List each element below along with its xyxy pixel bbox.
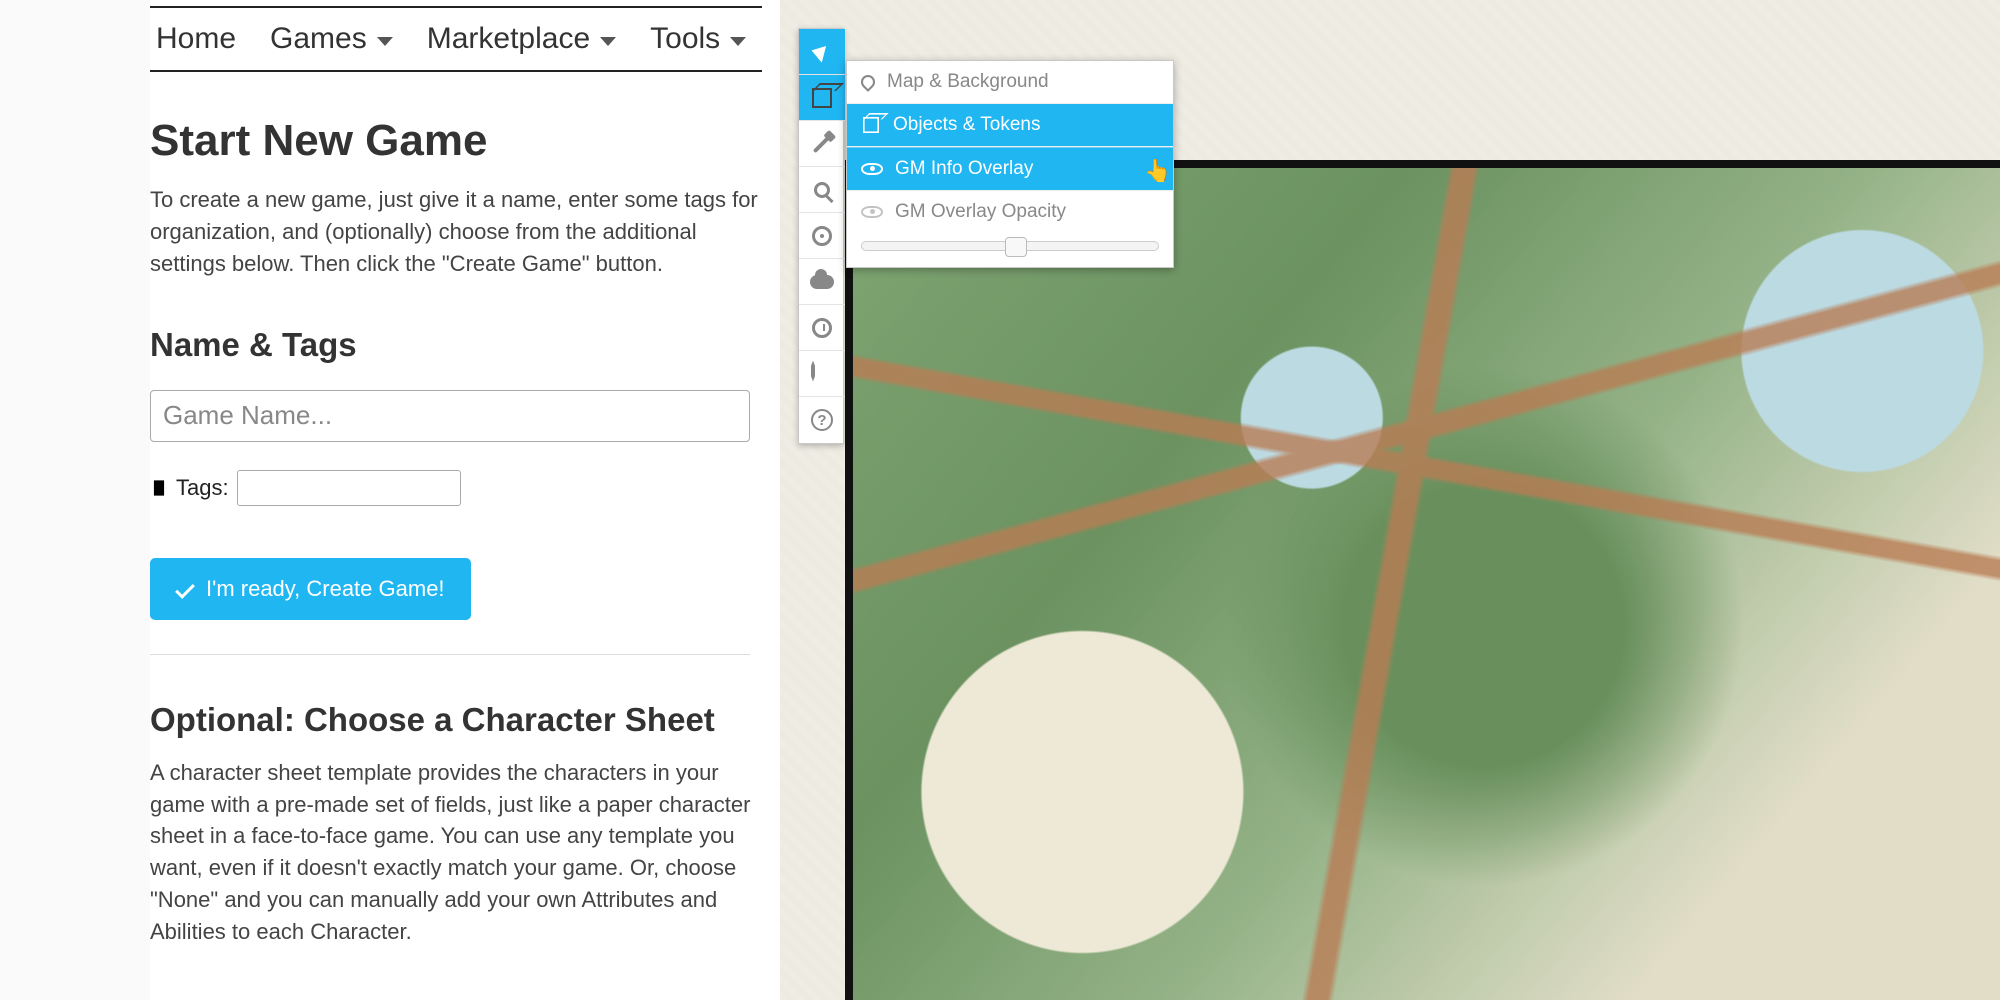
search-icon	[814, 182, 830, 198]
help-icon: ?	[811, 409, 833, 431]
clock-icon	[812, 318, 832, 338]
opacity-slider-row	[847, 233, 1173, 267]
cube-icon	[812, 88, 832, 108]
layer-label: GM Info Overlay	[895, 158, 1033, 180]
caret-down-icon	[600, 37, 616, 46]
check-icon	[175, 579, 195, 599]
caret-down-icon	[730, 37, 746, 46]
name-tags-heading: Name & Tags	[150, 326, 762, 364]
nav-tools[interactable]: Tools	[650, 22, 746, 56]
top-nav: Home Games Marketplace Tools	[150, 6, 762, 72]
section-divider	[150, 654, 750, 655]
nav-games[interactable]: Games	[270, 22, 393, 56]
create-game-button[interactable]: I'm ready, Create Game!	[150, 558, 471, 620]
turn-tracker[interactable]	[799, 305, 845, 351]
select-tool[interactable]	[799, 29, 845, 75]
layers-tool[interactable]	[799, 75, 845, 121]
arrow-icon	[811, 41, 832, 62]
help-tool[interactable]: ?	[799, 397, 845, 443]
nav-games-label: Games	[270, 22, 367, 56]
game-name-input[interactable]	[150, 390, 750, 442]
brush-icon	[813, 134, 831, 152]
layer-map-background[interactable]: Map & Background	[847, 61, 1173, 104]
nav-home-label: Home	[156, 22, 236, 56]
layer-objects-tokens[interactable]: Objects & Tokens	[847, 104, 1173, 147]
layers-flyout: Map & Background Objects & Tokens GM Inf…	[846, 60, 1174, 268]
tags-label: Tags:	[176, 475, 229, 501]
draw-tool[interactable]	[799, 121, 845, 167]
opacity-label-row: GM Overlay Opacity	[847, 191, 1173, 233]
d20-icon	[811, 363, 833, 385]
fog-tool[interactable]	[799, 259, 845, 305]
eye-icon	[861, 163, 883, 175]
eye-icon	[861, 206, 883, 218]
tag-icon	[146, 475, 171, 500]
editor-toolbar: ?	[798, 28, 844, 444]
create-game-label: I'm ready, Create Game!	[206, 576, 445, 602]
page-title: Start New Game	[150, 116, 762, 166]
nav-tools-label: Tools	[650, 22, 720, 56]
layer-label: Objects & Tokens	[893, 114, 1041, 136]
pin-icon	[858, 72, 878, 92]
layer-label: Map & Background	[887, 71, 1049, 93]
tags-input[interactable]	[237, 470, 461, 506]
measure-tool[interactable]	[799, 213, 845, 259]
nav-marketplace-label: Marketplace	[427, 22, 590, 56]
cube-icon	[863, 117, 879, 133]
opacity-label: GM Overlay Opacity	[895, 201, 1066, 223]
cloud-icon	[810, 275, 834, 289]
opacity-slider-thumb[interactable]	[1005, 237, 1027, 257]
tabletop-editor: ? Map & Background Objects & Tokens GM I…	[780, 0, 2000, 1000]
character-sheet-desc: A character sheet template provides the …	[150, 757, 762, 948]
dice-tool[interactable]	[799, 351, 845, 397]
nav-marketplace[interactable]: Marketplace	[427, 22, 616, 56]
layer-gm-info[interactable]: GM Info Overlay	[847, 147, 1173, 191]
caret-down-icon	[377, 37, 393, 46]
target-icon	[812, 226, 832, 246]
map-roads	[853, 168, 2000, 1000]
map-viewport[interactable]	[845, 160, 2000, 1000]
character-sheet-heading: Optional: Choose a Character Sheet	[150, 701, 762, 739]
page-intro: To create a new game, just give it a nam…	[150, 184, 762, 280]
opacity-slider[interactable]	[861, 241, 1159, 251]
nav-home[interactable]: Home	[156, 22, 236, 56]
zoom-tool[interactable]	[799, 167, 845, 213]
